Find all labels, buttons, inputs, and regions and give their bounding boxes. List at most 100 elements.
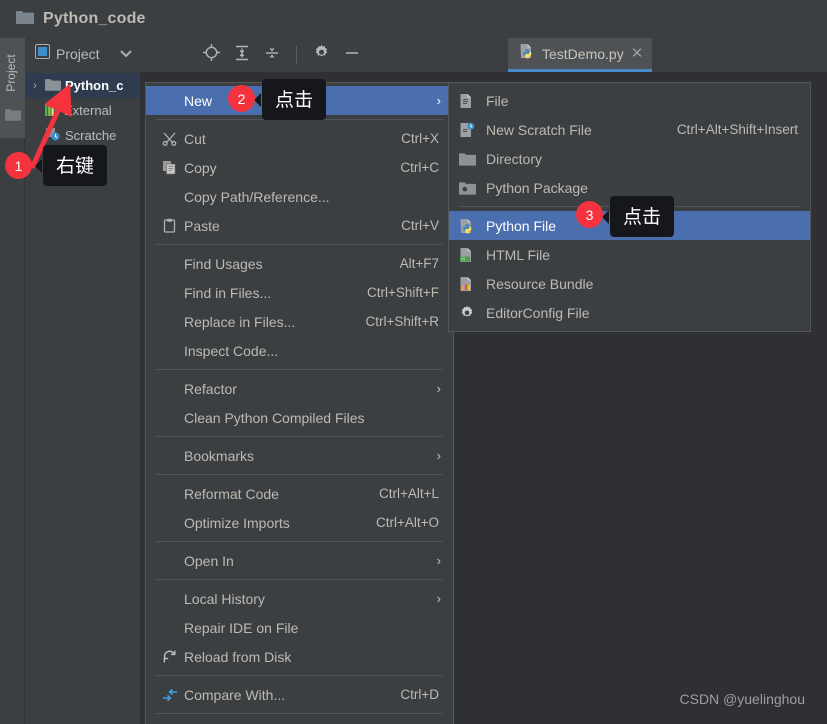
submenu-item-new-scratch-file[interactable]: New Scratch File Ctrl+Alt+Shift+Insert — [449, 115, 810, 144]
watermark: CSDN @yuelinghou — [679, 691, 806, 707]
menu-item-find-in-files[interactable]: Find in Files... Ctrl+Shift+F — [146, 278, 453, 307]
submenu-item-resource-bundle[interactable]: Resource Bundle — [449, 269, 810, 298]
toolbar-separator — [296, 46, 297, 64]
menu-item-label: Reformat Code — [184, 485, 279, 502]
menu-item-label: Paste — [184, 217, 220, 234]
menu-item-inspect-code[interactable]: Inspect Code... — [146, 336, 453, 365]
menu-item-cut[interactable]: Cut Ctrl+X — [146, 124, 453, 153]
context-menu: New › Cut Ctrl+X Copy Ctrl+C Copy Path/R… — [145, 82, 454, 724]
step-tooltip-3: 点击 — [601, 196, 675, 237]
menu-item-label: Inspect Code... — [184, 342, 279, 359]
pycharm-window: Python_code Project Project › Python_c E… — [0, 0, 827, 724]
menu-item-reload-from-disk[interactable]: Reload from Disk — [146, 642, 453, 671]
tree-item-label: Scratche — [65, 128, 117, 143]
chevron-down-icon[interactable] — [119, 45, 132, 63]
toolwindow-toolbar — [140, 44, 360, 66]
step-tooltip-1: 右键 — [34, 145, 108, 186]
project-toolwindow-header: Project — [25, 38, 140, 70]
menu-item-repair-ide-on-file[interactable]: Repair IDE on File — [146, 613, 453, 642]
editorconfig-icon — [459, 305, 486, 321]
menu-item-shortcut: Ctrl+V — [401, 218, 439, 233]
chevron-right-icon: › — [436, 448, 441, 463]
scissors-icon — [162, 131, 184, 146]
submenu-item-label: Python Package — [486, 179, 588, 196]
close-icon[interactable]: ✕ — [631, 46, 644, 61]
menu-item-label: Refactor — [184, 380, 237, 397]
menu-item-replace-in-files[interactable]: Replace in Files... Ctrl+Shift+R — [146, 307, 453, 336]
settings-gear-icon[interactable] — [313, 44, 330, 66]
editor-tab-label: TestDemo.py — [542, 45, 624, 62]
rail-project-label: Project — [4, 54, 18, 92]
chevron-right-icon[interactable]: › — [29, 80, 41, 92]
menu-item-label: Repair IDE on File — [184, 619, 299, 636]
menu-item-label: Optimize Imports — [184, 514, 290, 531]
menu-item-shortcut: Ctrl+Alt+L — [378, 486, 439, 501]
menu-item-find-usages[interactable]: Find Usages Alt+F7 — [146, 249, 453, 278]
folder-icon[interactable] — [5, 108, 21, 126]
tree-item-external-libraries[interactable]: External — [25, 98, 140, 123]
menu-item-label: New — [184, 92, 213, 109]
menu-item-shortcut: Alt+F7 — [399, 256, 439, 271]
menu-separator — [156, 474, 443, 475]
menu-item-copy[interactable]: Copy Ctrl+C — [146, 153, 453, 182]
submenu-item-html-file[interactable]: H HTML File — [449, 240, 810, 269]
menu-item-refactor[interactable]: Refactor › — [146, 374, 453, 403]
menu-separator — [156, 713, 443, 714]
menu-separator — [156, 436, 443, 437]
external-libraries-icon — [45, 102, 60, 119]
menu-item-clean-python-compiled-files[interactable]: Clean Python Compiled Files — [146, 403, 453, 432]
menu-item-reformat-code[interactable]: Reformat Code Ctrl+Alt+L — [146, 479, 453, 508]
menu-item-compare-with[interactable]: Compare With... Ctrl+D — [146, 680, 453, 709]
chevron-right-icon: › — [436, 553, 441, 568]
menu-item-label: Cut — [184, 130, 206, 147]
menu-item-label: Reload from Disk — [184, 648, 292, 665]
file-icon — [459, 93, 486, 109]
menu-item-paste[interactable]: Paste Ctrl+V — [146, 211, 453, 240]
expand-all-icon[interactable] — [234, 45, 250, 66]
menu-item-copy-path-reference[interactable]: Copy Path/Reference... — [146, 182, 453, 211]
submenu-item-label: Resource Bundle — [486, 275, 594, 292]
menu-item-label: Replace in Files... — [184, 313, 296, 330]
window-title: Python_code — [43, 10, 146, 27]
scratch-file-icon — [459, 122, 486, 138]
menu-item-mark-directory-as[interactable]: Mark Directory as › — [146, 718, 453, 724]
svg-text:H: H — [461, 256, 464, 261]
tree-item-label: External — [64, 103, 112, 118]
collapse-all-icon[interactable] — [264, 45, 280, 66]
tree-item-project-root[interactable]: › Python_c — [25, 73, 140, 98]
step-badge-1: 1 — [5, 152, 32, 179]
menu-item-shortcut: Ctrl+Alt+O — [375, 515, 439, 530]
chevron-right-icon: › — [436, 381, 441, 396]
menu-separator — [156, 244, 443, 245]
menu-item-shortcut: Ctrl+D — [400, 687, 439, 702]
menu-item-label: Find in Files... — [184, 284, 272, 301]
locate-icon[interactable] — [203, 44, 220, 66]
submenu-item-file[interactable]: File — [449, 86, 810, 115]
project-panel-title: Project — [56, 46, 100, 62]
menu-item-label: Copy Path/Reference... — [184, 188, 330, 205]
menu-item-optimize-imports[interactable]: Optimize Imports Ctrl+Alt+O — [146, 508, 453, 537]
hide-window-icon[interactable] — [344, 45, 360, 66]
menu-item-label: Compare With... — [184, 686, 286, 703]
menu-item-local-history[interactable]: Local History › — [146, 584, 453, 613]
editor-tab-testdemo[interactable]: TestDemo.py ✕ — [508, 38, 653, 72]
menu-item-label: Copy — [184, 159, 217, 176]
menu-item-shortcut: Ctrl+Shift+R — [365, 314, 439, 329]
copy-icon — [162, 160, 184, 175]
submenu-item-label: HTML File — [486, 246, 551, 263]
submenu-item-label: Python File — [486, 217, 557, 234]
python-file-icon — [459, 218, 486, 234]
editor-tab-strip: TestDemo.py ✕ — [140, 38, 827, 72]
project-tool-window: Project › Python_c External Scratche — [25, 38, 140, 724]
menu-item-label: Clean Python Compiled Files — [184, 409, 365, 426]
menu-item-shortcut: Ctrl+C — [400, 160, 439, 175]
folder-icon — [45, 78, 61, 94]
menu-item-label: Bookmarks — [184, 447, 255, 464]
menu-item-open-in[interactable]: Open In › — [146, 546, 453, 575]
compare-icon — [162, 688, 184, 702]
chevron-right-icon: › — [436, 93, 441, 108]
step-badge-2: 2 — [228, 85, 255, 112]
menu-item-bookmarks[interactable]: Bookmarks › — [146, 441, 453, 470]
submenu-item-directory[interactable]: Directory — [449, 144, 810, 173]
submenu-item-editorconfig-file[interactable]: EditorConfig File — [449, 298, 810, 327]
